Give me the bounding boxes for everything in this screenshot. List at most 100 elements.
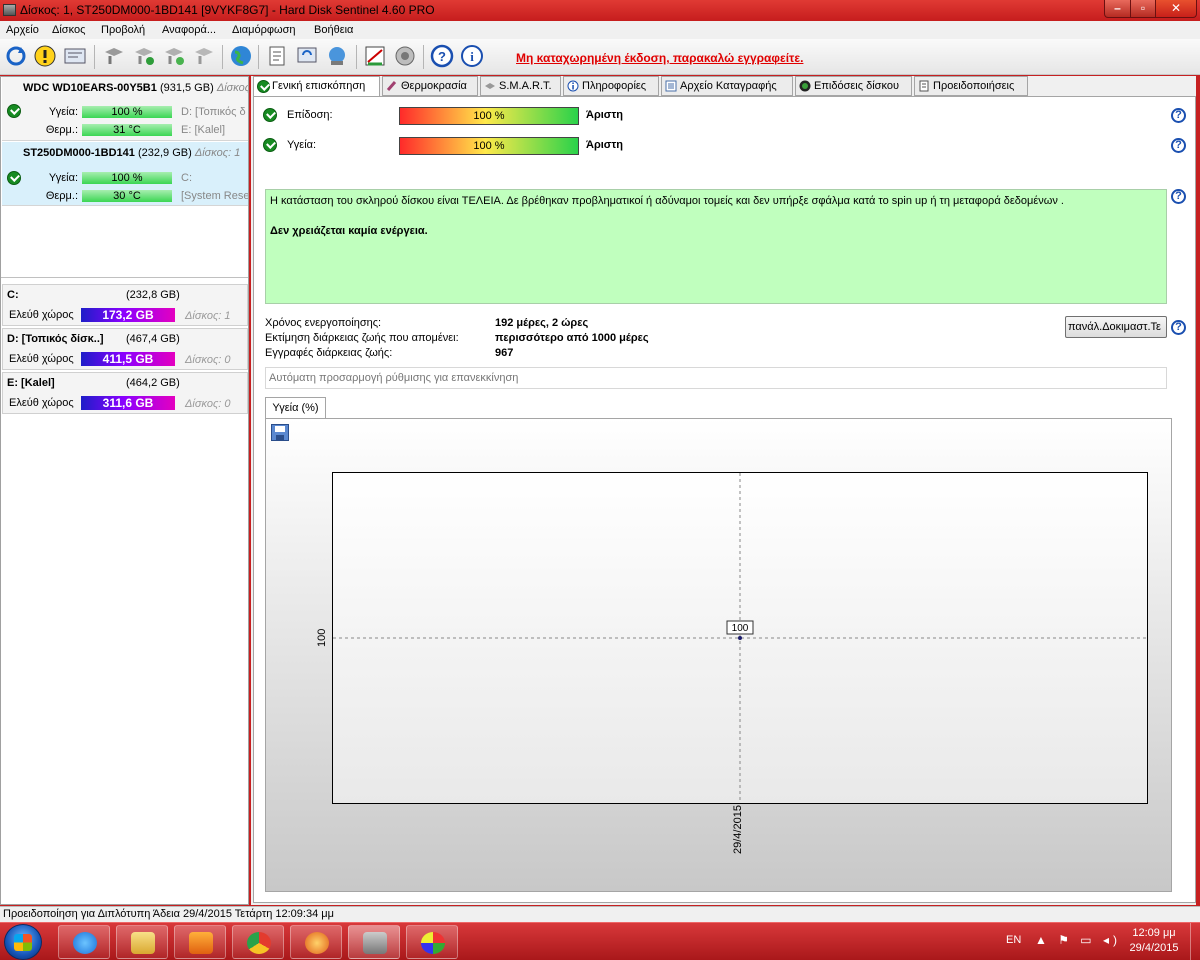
help-icon[interactable]: ? xyxy=(430,44,454,68)
menu-view[interactable]: Προβολή xyxy=(101,24,145,36)
life-test-button[interactable]: πανάλ.Δοκιμαστ.Τε xyxy=(1065,316,1167,338)
temp-label: Θερμ.: xyxy=(45,124,78,136)
menu-report[interactable]: Αναφορά... xyxy=(162,24,216,36)
taskbar-ie[interactable] xyxy=(58,925,110,959)
health-label: Υγεία: xyxy=(48,106,78,118)
volume-item-d[interactable]: D: [Τοπικός δίσκ..] (467,4 GB) Ελεύθ χώρ… xyxy=(2,328,248,370)
menu-help[interactable]: Βοήθεια xyxy=(314,24,353,36)
help-icon[interactable]: ? xyxy=(1171,138,1186,153)
taskbar-paint[interactable] xyxy=(406,925,458,959)
media-player-icon xyxy=(189,932,213,954)
power-on-label: Χρόνος ενεργοποίησης: xyxy=(265,317,382,329)
report-icon[interactable] xyxy=(63,44,87,68)
health-bar: 100 % xyxy=(82,172,172,184)
remaining-life-value: περισσότερο από 1000 μέρες xyxy=(495,332,649,344)
disk-index: Δίσκος xyxy=(216,82,248,94)
show-desktop-button[interactable] xyxy=(1190,923,1200,960)
info-icon[interactable]: i xyxy=(460,44,484,68)
performance-icon[interactable] xyxy=(363,44,387,68)
disk-check-icon[interactable] xyxy=(132,44,156,68)
disk-item-st250[interactable]: ST250DM000-1BD141 (232,9 GB) Δίσκος: 1 Υ… xyxy=(2,142,248,206)
volume-name: E: [Kalel] xyxy=(7,377,55,389)
help-icon[interactable]: ? xyxy=(1171,320,1186,335)
maximize-button[interactable]: ▫ xyxy=(1130,0,1156,18)
taskbar-explorer[interactable] xyxy=(116,925,168,959)
tab-label: Επιδόσεις δίσκου xyxy=(814,80,899,92)
volume-name: C: xyxy=(7,289,19,301)
toolbar: ? i Μη καταχωρημένη έκδοση, παρακαλώ εγγ… xyxy=(0,39,1200,75)
globe-icon[interactable] xyxy=(229,44,253,68)
menu-disk[interactable]: Δίσκος xyxy=(52,24,85,36)
volume-disk: Δίσκος: 0 xyxy=(185,398,231,410)
clock[interactable]: 12:09 μμ 29/4/2015 xyxy=(1124,926,1184,956)
system-tray-icons[interactable]: ▲ ⚑ ▭ ◂) xyxy=(1035,933,1121,947)
volume-name: D: [Τοπικός δίσκ..] xyxy=(7,333,104,345)
taskbar-media-player[interactable] xyxy=(174,925,226,959)
volume-label: [System Rese xyxy=(181,190,248,202)
taskbar-firefox[interactable] xyxy=(290,925,342,959)
register-link[interactable]: Μη καταχωρημένη έκδοση, παρακαλώ εγγραφε… xyxy=(516,51,803,65)
svg-text:100: 100 xyxy=(732,623,749,634)
disk-size: (232,9 GB) xyxy=(137,147,192,159)
action-text: Δεν χρειάζεται καμία ενέργεια. xyxy=(270,225,428,237)
tab-overview[interactable]: Γενική επισκόπηση xyxy=(253,76,380,97)
tab-temperature[interactable]: Θερμοκρασία xyxy=(382,76,478,96)
volume-size: (467,4 GB) xyxy=(126,333,180,345)
disk-test-icon[interactable] xyxy=(162,44,186,68)
volume-size: (464,2 GB) xyxy=(126,377,180,389)
help-icon[interactable]: ? xyxy=(1171,108,1186,123)
free-space-label: Ελεύθ χώρος xyxy=(9,353,74,365)
free-space-label: Ελεύθ χώρος xyxy=(9,309,74,321)
data-label: 100 xyxy=(726,620,754,635)
info-icon xyxy=(567,80,579,92)
free-space-bar: 311,6 GB xyxy=(81,396,175,410)
windows-logo-icon xyxy=(14,934,32,951)
start-button[interactable] xyxy=(4,924,42,960)
refresh-icon[interactable] xyxy=(4,44,28,68)
taskbar-chrome[interactable] xyxy=(232,925,284,959)
performance-ok-icon xyxy=(263,108,277,122)
menu-bar: Αρχείο Δίσκος Προβολή Αναφορά... Διαμόρφ… xyxy=(0,21,1200,39)
network-icon[interactable] xyxy=(325,44,349,68)
performance-label: Επίδοση: xyxy=(287,109,333,121)
app-icon[interactable] xyxy=(3,4,16,16)
toolbar-separator xyxy=(258,45,259,69)
tab-label: Πληροφορίες xyxy=(582,80,647,92)
disk-size: (931,5 GB) xyxy=(159,82,214,94)
free-space-label: Ελεύθ χώρος xyxy=(9,397,74,409)
document-icon[interactable] xyxy=(265,44,289,68)
taskbar-hdsentinel[interactable] xyxy=(348,925,400,959)
help-icon[interactable]: ? xyxy=(1171,189,1186,204)
menu-file[interactable]: Αρχείο xyxy=(6,24,39,36)
svg-text:i: i xyxy=(470,49,474,64)
menu-configuration[interactable]: Διαμόρφωση xyxy=(232,24,296,36)
auto-restart-field[interactable]: Αυτόματη προσαρμογή ρύθμισης για επανεκκ… xyxy=(265,367,1167,389)
thermometer-icon xyxy=(386,81,397,91)
free-space-bar: 173,2 GB xyxy=(81,308,175,322)
volume-item-e[interactable]: E: [Kalel] (464,2 GB) Ελεύθ χώρος 311,6 … xyxy=(2,372,248,414)
warning-icon[interactable] xyxy=(33,44,57,68)
tab-alerts[interactable]: Προειδοποιήσεις xyxy=(914,76,1028,96)
svg-text:?: ? xyxy=(438,49,446,64)
close-button[interactable]: ✕ xyxy=(1155,0,1197,18)
tab-information[interactable]: Πληροφορίες xyxy=(563,76,659,96)
clock-time: 12:09 μμ xyxy=(1132,927,1176,939)
disk-item-wdc[interactable]: WDC WD10EARS-00Y5B1 (931,5 GB) Δίσκος Υγ… xyxy=(2,77,248,141)
health-rating: Άριστη xyxy=(586,139,623,151)
tab-log[interactable]: Αρχείο Καταγραφής xyxy=(661,76,793,96)
internet-explorer-icon xyxy=(73,932,97,954)
language-indicator[interactable]: EN xyxy=(1006,934,1021,946)
volume-size: (232,8 GB) xyxy=(126,289,180,301)
tab-smart[interactable]: S.M.A.R.T. xyxy=(480,76,561,96)
save-icon[interactable] xyxy=(271,424,289,441)
log-icon xyxy=(665,80,677,92)
disk-tools-icon[interactable] xyxy=(192,44,216,68)
minimize-button[interactable]: – xyxy=(1104,0,1131,18)
chart-tab-health[interactable]: Υγεία (%) xyxy=(265,397,326,419)
disk-icon[interactable] xyxy=(102,44,126,68)
volume-item-c[interactable]: C: (232,8 GB) Ελεύθ χώρος 173,2 GB Δίσκο… xyxy=(2,284,248,326)
sync-icon[interactable] xyxy=(295,44,319,68)
tab-disk-performance[interactable]: Επιδόσεις δίσκου xyxy=(795,76,912,96)
check-icon xyxy=(257,80,270,93)
sound-icon[interactable] xyxy=(393,44,417,68)
